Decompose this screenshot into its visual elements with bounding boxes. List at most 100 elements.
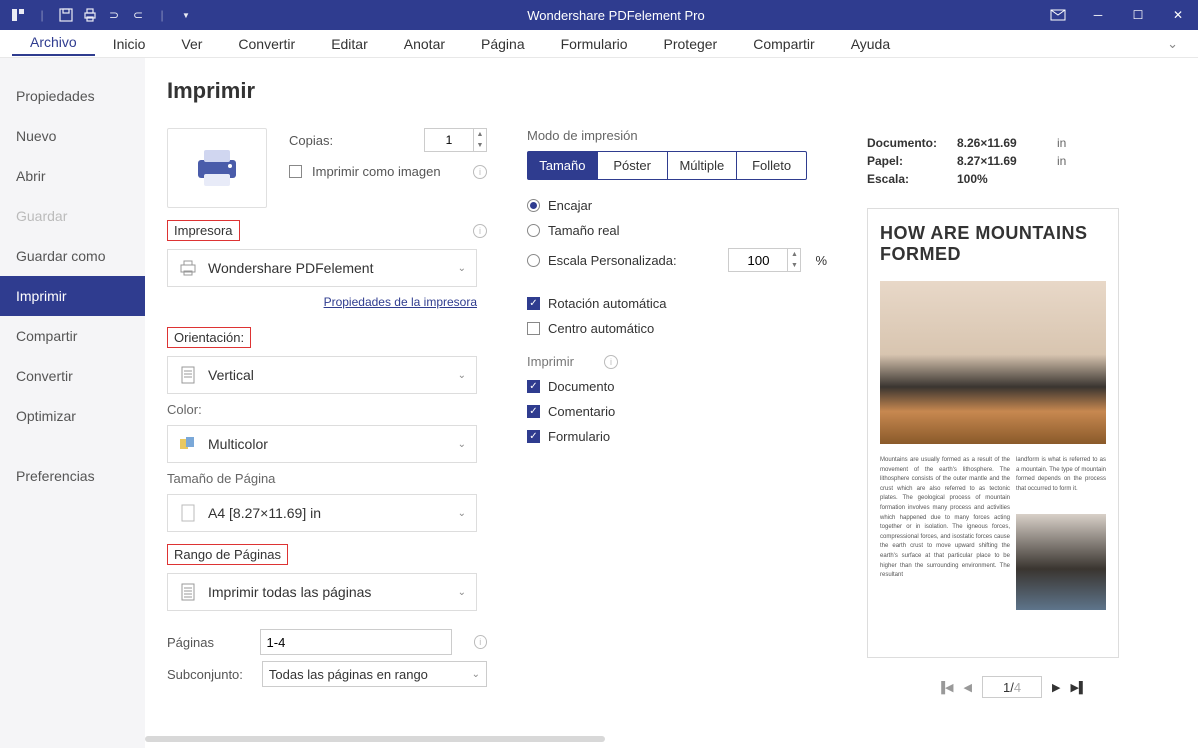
info-icon[interactable]: i [473, 165, 487, 179]
page-lines-icon [178, 582, 198, 602]
copies-input[interactable] [424, 128, 474, 152]
sidebar-item-preferencias[interactable]: Preferencias [0, 456, 145, 496]
print-comment-label: Comentario [548, 404, 615, 419]
copies-spinner[interactable]: ▲▼ [474, 128, 487, 152]
page-size-value: A4 [8.27×11.69] in [208, 505, 458, 521]
tab-multiple[interactable]: Múltiple [668, 152, 738, 179]
orientation-select[interactable]: Vertical ⌄ [167, 356, 477, 394]
percent-label: % [815, 253, 827, 268]
menu-anotar[interactable]: Anotar [386, 34, 463, 54]
preview-body-text: Mountains are usually formed as a result… [880, 456, 1010, 610]
menu-pagina[interactable]: Página [463, 34, 543, 54]
print-doc-checkbox[interactable]: ✓ [527, 380, 540, 393]
menu-inicio[interactable]: Inicio [95, 34, 164, 54]
sidebar-item-propiedades[interactable]: Propiedades [0, 76, 145, 116]
sidebar-item-optimizar[interactable]: Optimizar [0, 396, 145, 436]
page-range-select[interactable]: Imprimir todas las páginas ⌄ [167, 573, 477, 611]
undo-icon[interactable]: ⊃ [106, 7, 122, 23]
chevron-down-icon: ⌄ [458, 587, 466, 598]
meta-scale-value: 100% [957, 172, 1047, 186]
fit-label: Encajar [548, 198, 592, 213]
menu-formulario[interactable]: Formulario [543, 34, 646, 54]
subset-select[interactable]: Todas las páginas en rango ⌄ [262, 661, 487, 687]
pager-page-input[interactable]: 1/4 [982, 676, 1042, 698]
actual-radio[interactable] [527, 224, 540, 237]
menu-overflow-caret-icon[interactable]: ⌄ [1167, 36, 1186, 52]
sidebar-item-guardar-como[interactable]: Guardar como [0, 236, 145, 276]
color-swatch-icon [178, 434, 198, 454]
maximize-button[interactable]: ☐ [1118, 0, 1158, 30]
print-icon[interactable] [82, 7, 98, 23]
info-icon[interactable]: i [474, 635, 487, 649]
page-size-select[interactable]: A4 [8.27×11.69] in ⌄ [167, 494, 477, 532]
menu-proteger[interactable]: Proteger [646, 34, 736, 54]
pager-first-icon[interactable]: ▐◀ [937, 681, 953, 694]
sidebar-item-imprimir[interactable]: Imprimir [0, 276, 145, 316]
scale-spinner[interactable]: ▲▼ [788, 248, 801, 272]
orientation-section-label: Orientación: [167, 327, 251, 348]
print-mode-label: Modo de impresión [527, 128, 827, 143]
printer-properties-link[interactable]: Propiedades de la impresora [167, 295, 477, 309]
print-as-image-label: Imprimir como imagen [312, 164, 441, 179]
menu-convertir[interactable]: Convertir [220, 34, 313, 54]
pager-next-icon[interactable]: ▶ [1052, 681, 1060, 694]
page-portrait-icon [178, 365, 198, 385]
subset-value: Todas las páginas en rango [269, 667, 472, 682]
page-range-section-label: Rango de Páginas [167, 544, 288, 565]
auto-rotate-checkbox[interactable]: ✓ [527, 297, 540, 310]
meta-doc-unit: in [1057, 136, 1066, 150]
print-doc-label: Documento [548, 379, 614, 394]
print-comment-checkbox[interactable]: ✓ [527, 405, 540, 418]
color-select[interactable]: Multicolor ⌄ [167, 425, 477, 463]
redo-icon[interactable]: ⊂ [130, 7, 146, 23]
preview-secondary-image [1016, 514, 1106, 610]
auto-center-checkbox[interactable] [527, 322, 540, 335]
preview-page-title: HOW ARE MOUNTAINS FORMED [880, 223, 1106, 265]
sidebar-item-compartir[interactable]: Compartir [0, 316, 145, 356]
printer-illustration-icon [167, 128, 267, 208]
fit-radio[interactable] [527, 199, 540, 212]
title-bar: | ⊃ ⊂ | ▼ Wondershare PDFelement Pro ─ ☐… [0, 0, 1198, 30]
pager-prev-icon[interactable]: ◀ [964, 681, 972, 694]
print-as-image-checkbox[interactable] [289, 165, 302, 178]
tab-folleto[interactable]: Folleto [737, 152, 806, 179]
info-icon[interactable]: i [473, 224, 487, 238]
menu-ayuda[interactable]: Ayuda [833, 34, 908, 54]
divider-icon: | [34, 7, 50, 23]
info-icon[interactable]: i [604, 355, 618, 369]
menu-archivo[interactable]: Archivo [12, 32, 95, 56]
orientation-value: Vertical [208, 367, 458, 383]
printer-select[interactable]: Wondershare PDFelement ⌄ [167, 249, 477, 287]
pages-input[interactable] [260, 629, 452, 655]
meta-paper-value: 8.27×11.69 [957, 154, 1047, 168]
menu-compartir[interactable]: Compartir [735, 34, 832, 54]
color-section-label: Color: [167, 402, 487, 417]
sidebar: Propiedades Nuevo Abrir Guardar Guardar … [0, 58, 145, 748]
close-button[interactable]: ✕ [1158, 0, 1198, 30]
color-value: Multicolor [208, 436, 458, 452]
print-what-label: Imprimir [527, 354, 574, 369]
mail-icon[interactable] [1038, 0, 1078, 30]
meta-scale-label: Escala: [867, 172, 947, 186]
tab-poster[interactable]: Póster [598, 152, 668, 179]
minimize-button[interactable]: ─ [1078, 0, 1118, 30]
menu-ver[interactable]: Ver [163, 34, 220, 54]
menu-editar[interactable]: Editar [313, 34, 386, 54]
sidebar-item-nuevo[interactable]: Nuevo [0, 116, 145, 156]
page-title: Imprimir [167, 78, 1176, 104]
scale-input[interactable] [728, 248, 788, 272]
divider-icon: | [154, 7, 170, 23]
save-icon[interactable] [58, 7, 74, 23]
meta-paper-label: Papel: [867, 154, 947, 168]
dropdown-caret-icon[interactable]: ▼ [178, 7, 194, 23]
sidebar-item-abrir[interactable]: Abrir [0, 156, 145, 196]
print-form-checkbox[interactable]: ✓ [527, 430, 540, 443]
chevron-down-icon: ⌄ [458, 370, 466, 381]
pager-last-icon[interactable]: ▶▌ [1070, 681, 1086, 694]
custom-scale-radio[interactable] [527, 254, 540, 267]
page-size-section-label: Tamaño de Página [167, 471, 487, 486]
tab-tamano[interactable]: Tamaño [528, 152, 598, 179]
horizontal-scrollbar[interactable] [145, 736, 605, 742]
page-range-value: Imprimir todas las páginas [208, 584, 458, 600]
sidebar-item-convertir[interactable]: Convertir [0, 356, 145, 396]
